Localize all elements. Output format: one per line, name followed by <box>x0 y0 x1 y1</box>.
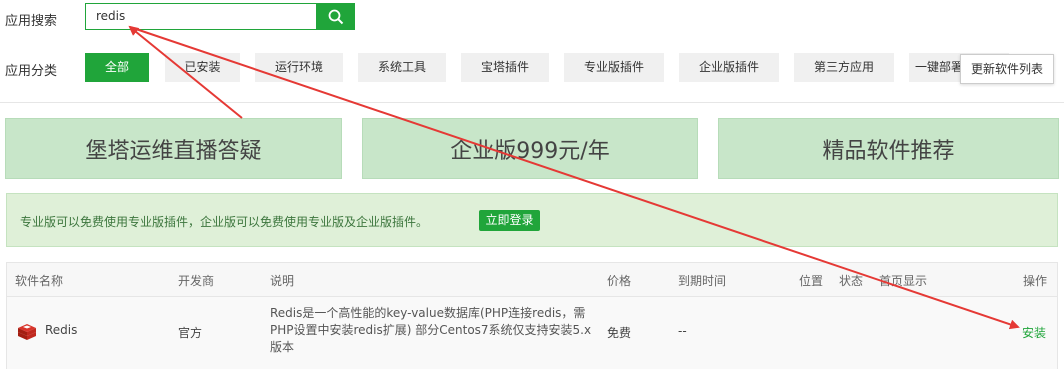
software-price: 免费 <box>607 326 632 340</box>
software-developer: 官方 <box>178 326 203 340</box>
install-link[interactable]: 安装 <box>1022 324 1046 341</box>
header-developer: 开发商 <box>178 274 215 288</box>
category-enterprise-plugins[interactable]: 企业版插件 <box>679 53 779 82</box>
table-header: 软件名称 开发商 说明 价格 到期时间 位置 状态 首页显示 操作 <box>7 263 1057 297</box>
banner-enterprise-price[interactable]: 企业版999元/年 <box>362 118 698 179</box>
header-price: 价格 <box>607 274 632 288</box>
table-row: Redis 官方 Redis是一个高性能的key-value数据库(PHP连接r… <box>7 297 1057 369</box>
software-expiry: -- <box>678 324 687 338</box>
header-action: 操作 <box>1023 274 1048 288</box>
category-installed[interactable]: 已安装 <box>165 53 240 82</box>
header-homepage-display: 首页显示 <box>879 274 928 288</box>
category-runtime[interactable]: 运行环境 <box>255 53 343 82</box>
category-third-party[interactable]: 第三方应用 <box>794 53 894 82</box>
header-name: 软件名称 <box>15 274 64 288</box>
search-icon <box>328 9 343 24</box>
search-input[interactable]: redis <box>85 3 317 30</box>
redis-icon <box>18 324 36 340</box>
search-label: 应用搜索 <box>5 14 58 29</box>
category-system-tools[interactable]: 系统工具 <box>358 53 446 82</box>
category-all[interactable]: 全部 <box>85 53 149 82</box>
pro-notice: 专业版可以免费使用专业版插件，企业版可以免费使用专业版及企业版插件。 立即登录 <box>6 193 1058 247</box>
header-status: 状态 <box>839 274 864 288</box>
category-label: 应用分类 <box>5 64 58 79</box>
software-name: Redis <box>45 323 78 337</box>
category-pro-plugins[interactable]: 专业版插件 <box>564 53 664 82</box>
header-description: 说明 <box>270 274 295 288</box>
search-button[interactable] <box>316 3 355 30</box>
notice-text: 专业版可以免费使用专业版插件，企业版可以免费使用专业版及企业版插件。 <box>20 215 429 229</box>
software-table: 软件名称 开发商 说明 价格 到期时间 位置 状态 首页显示 操作 Redis … <box>6 262 1058 369</box>
software-description: Redis是一个高性能的key-value数据库(PHP连接redis，需PHP… <box>270 306 592 354</box>
update-software-list-button[interactable]: 更新软件列表 <box>960 54 1054 84</box>
divider <box>0 102 1064 103</box>
header-location: 位置 <box>799 274 824 288</box>
login-button[interactable]: 立即登录 <box>479 210 540 231</box>
category-bt-plugins[interactable]: 宝塔插件 <box>461 53 549 82</box>
header-expiry: 到期时间 <box>678 274 727 288</box>
banner-recommended-software[interactable]: 精品软件推荐 <box>718 118 1059 179</box>
banner-live-qa[interactable]: 堡塔运维直播答疑 <box>5 118 342 179</box>
